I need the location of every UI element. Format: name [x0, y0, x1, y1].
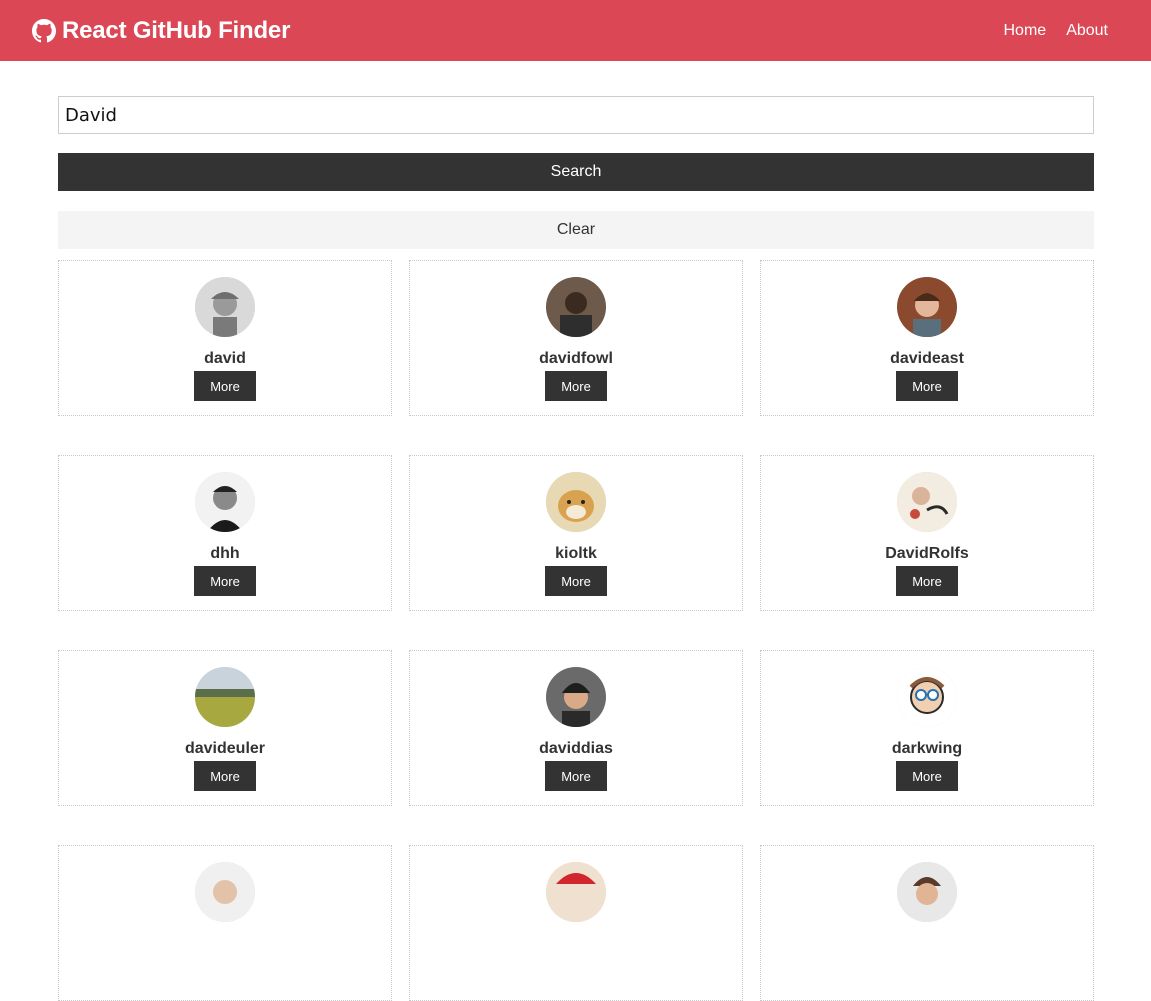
- brand[interactable]: React GitHub Finder: [32, 17, 290, 45]
- username: darkwing: [891, 740, 963, 757]
- user-card: davidfowl More: [409, 260, 743, 416]
- more-button[interactable]: More: [194, 371, 256, 401]
- more-button[interactable]: More: [896, 371, 958, 401]
- avatar: [897, 667, 957, 727]
- user-card: daviddias More: [409, 650, 743, 806]
- nav-link-about[interactable]: About: [1066, 22, 1108, 40]
- username: DavidRolfs: [885, 545, 969, 562]
- avatar: [195, 667, 255, 727]
- user-card: davideast More: [760, 260, 1094, 416]
- avatar: [546, 472, 606, 532]
- more-button[interactable]: More: [545, 761, 607, 791]
- user-card: davideuler More: [58, 650, 392, 806]
- avatar: [897, 862, 957, 922]
- more-button[interactable]: More: [545, 371, 607, 401]
- more-button[interactable]: More: [194, 761, 256, 791]
- username: dhh: [210, 545, 240, 562]
- user-card: kioltk More: [409, 455, 743, 611]
- more-button[interactable]: More: [896, 761, 958, 791]
- username: davideuler: [184, 740, 266, 757]
- user-card: [58, 845, 392, 1001]
- user-card: darkwing More: [760, 650, 1094, 806]
- app-title: React GitHub Finder: [62, 16, 291, 44]
- avatar: [546, 277, 606, 337]
- avatar: [546, 667, 606, 727]
- avatar: [195, 277, 255, 337]
- search-button[interactable]: Search: [58, 153, 1094, 191]
- username: daviddias: [539, 740, 613, 757]
- github-icon: [32, 18, 56, 43]
- clear-button[interactable]: Clear: [58, 211, 1094, 249]
- username: davidfowl: [539, 350, 613, 367]
- more-button[interactable]: More: [545, 566, 607, 596]
- avatar: [195, 862, 255, 922]
- nav-links: Home About: [1004, 22, 1109, 40]
- username: kioltk: [555, 545, 597, 562]
- avatar: [546, 862, 606, 922]
- user-card: dhh More: [58, 455, 392, 611]
- user-card: david More: [58, 260, 392, 416]
- avatar: [195, 472, 255, 532]
- user-card: [760, 845, 1094, 1001]
- user-card: DavidRolfs More: [760, 455, 1094, 611]
- navbar: React GitHub Finder Home About: [0, 0, 1151, 61]
- more-button[interactable]: More: [194, 566, 256, 596]
- nav-link-home[interactable]: Home: [1004, 22, 1047, 40]
- avatar: [897, 472, 957, 532]
- username: david: [204, 350, 246, 367]
- user-grid: david More davidfowl More davideast More…: [58, 260, 1094, 1001]
- search-input[interactable]: [58, 96, 1094, 134]
- user-card: [409, 845, 743, 1001]
- avatar: [897, 277, 957, 337]
- search-form: Search Clear: [58, 96, 1094, 249]
- more-button[interactable]: More: [896, 566, 958, 596]
- username: davideast: [890, 350, 964, 367]
